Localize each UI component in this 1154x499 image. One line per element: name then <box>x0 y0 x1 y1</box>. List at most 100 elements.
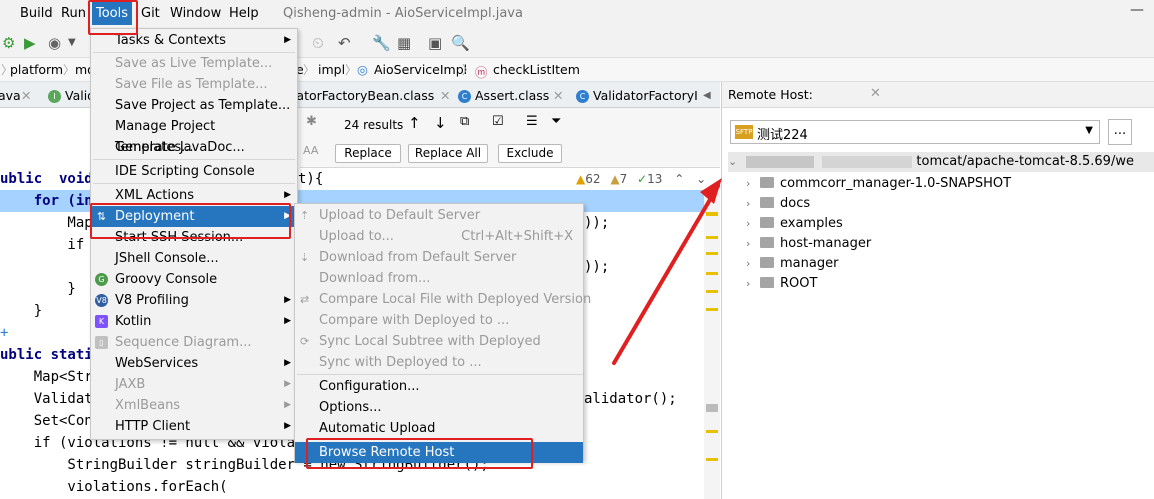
menu-window[interactable]: Window <box>170 6 221 21</box>
tree-folder[interactable]: › commcorr_manager-1.0-SNAPSHOT <box>746 174 1011 194</box>
tab[interactable]: I Valid <box>48 88 95 103</box>
tree-root[interactable]: ⌄ tomcat/apache-tomcat-8.5.69/we <box>728 152 1154 172</box>
menu-item-ide-scripting-console[interactable]: IDE Scripting Console <box>91 161 297 182</box>
menu-item-sync-local[interactable]: ⟳ Sync Local Subtree with Deployed <box>295 331 583 352</box>
breadcrumb-item[interactable]: impl <box>318 62 345 77</box>
regex-icon[interactable]: ✱ <box>306 114 317 129</box>
menu-git[interactable]: Git <box>141 6 160 21</box>
case-icon[interactable]: AA <box>303 144 318 157</box>
menu-item-sequence-diagram[interactable]: ▯ Sequence Diagram... <box>91 332 297 353</box>
menu-item-compare-deployed[interactable]: Compare with Deployed to ... <box>295 310 583 331</box>
folder-icon <box>760 257 774 268</box>
menu-item-upload-default[interactable]: ⇡ Upload to Default Server <box>295 205 583 226</box>
code-line: Map <box>0 215 93 231</box>
tree-folder[interactable]: › examples <box>746 214 843 234</box>
debug-icon[interactable]: ⚙ <box>2 34 15 52</box>
project-structure-icon[interactable]: ▦ <box>397 34 411 52</box>
menu-item-deployment[interactable]: ⇅ Deployment ▶ <box>91 206 297 227</box>
menu-tools[interactable]: Tools <box>92 2 133 25</box>
menu-item-download-from[interactable]: Download from... <box>295 268 583 289</box>
breadcrumb-item[interactable]: AioServiceImpl <box>374 62 467 77</box>
folder-icon <box>760 237 774 248</box>
tabs-overflow-icon[interactable]: ◀ <box>703 90 711 101</box>
next-occurrence-icon[interactable]: ↓ <box>434 114 447 132</box>
chevron-down-icon[interactable]: ▼ <box>68 37 76 48</box>
tree-folder[interactable]: › host-manager <box>746 234 871 254</box>
blurred-host <box>746 155 815 168</box>
deployment-icon: ⇅ <box>96 210 107 223</box>
close-icon[interactable]: ✕ <box>553 88 563 103</box>
coverage-icon[interactable]: ▶ <box>24 34 36 52</box>
tab[interactable]: C Assert.class <box>458 88 549 103</box>
menu-item-v8-profiling[interactable]: V8 V8 Profiling ▶ <box>91 290 297 311</box>
tab[interactable]: ava <box>0 88 21 103</box>
menu-item-download-default[interactable]: ⇣ Download from Default Server <box>295 247 583 268</box>
tree-folder[interactable]: › ROOT <box>746 274 817 294</box>
undo-icon[interactable]: ↶ <box>338 34 351 52</box>
open-in-window-icon[interactable]: ⧉ <box>460 114 469 129</box>
menu-item-options[interactable]: Options... <box>295 397 583 418</box>
folder-label: commcorr_manager-1.0-SNAPSHOT <box>780 176 1012 191</box>
warning-count: 62 <box>585 172 601 186</box>
menu-item-kotlin[interactable]: K Kotlin ▶ <box>91 311 297 332</box>
folder-label: examples <box>780 216 843 231</box>
menu-item-webservices[interactable]: WebServices ▶ <box>91 353 297 374</box>
tree-folder[interactable]: › manager <box>746 254 838 274</box>
menu-help[interactable]: Help <box>229 6 259 21</box>
history-icon[interactable]: ⏲ <box>312 34 324 52</box>
menu-item-tasks-contexts[interactable]: Tasks & Contexts ▶ <box>91 30 297 51</box>
menu-item-manage-project-templates[interactable]: Manage Project Templates... <box>91 116 297 155</box>
breadcrumb-item[interactable]: checkListItem <box>493 62 580 77</box>
close-icon[interactable]: ✕ <box>870 86 881 101</box>
select-all-occurrences-icon[interactable]: ☑ <box>492 114 504 129</box>
search-icon[interactable]: 🔍 <box>451 34 470 52</box>
menu-item-save-project-template[interactable]: Save Project as Template... <box>91 95 297 116</box>
menu-item-http-client[interactable]: HTTP Client ▶ <box>91 416 297 437</box>
menu-item-save-file-template[interactable]: Save File as Template... <box>91 74 297 95</box>
v8-icon: V8 <box>95 294 108 307</box>
close-icon[interactable]: ✕ <box>440 88 450 103</box>
tree-folder[interactable]: › docs <box>746 194 810 214</box>
menu-item-save-live-template[interactable]: Save as Live Template... <box>91 53 297 74</box>
wrench-icon[interactable]: 🔧 <box>372 34 391 52</box>
menu-build[interactable]: Build <box>20 6 53 21</box>
more-button[interactable]: ... <box>1108 119 1132 145</box>
menu-item-upload-to[interactable]: Upload to... Ctrl+Alt+Shift+X <box>295 226 583 247</box>
code-line: Map<Stri <box>0 369 102 385</box>
menu-run[interactable]: Run <box>61 6 86 21</box>
tab[interactable]: idatorFactoryBean.class <box>285 88 434 103</box>
path-tail: tomcat/apache-tomcat-8.5.69/we <box>916 154 1134 169</box>
menu-item-jaxb[interactable]: JAXB ▶ <box>91 374 297 395</box>
menu-item-sync-deployed[interactable]: Sync with Deployed to ... <box>295 352 583 373</box>
menu-item-compare-local[interactable]: ⇄ Compare Local File with Deployed Versio… <box>295 289 591 310</box>
breadcrumb-item[interactable]: platform <box>10 62 63 77</box>
exclude-button[interactable]: Exclude <box>498 144 562 163</box>
filter-settings-icon[interactable]: ☰ <box>526 114 538 129</box>
previous-occurrence-icon[interactable]: ↑ <box>408 114 421 132</box>
menu-item-groovy-console[interactable]: G Groovy Console <box>91 269 297 290</box>
menu-item-xml-actions[interactable]: XML Actions ▶ <box>91 185 297 206</box>
replace-all-button[interactable]: Replace All <box>408 144 488 163</box>
close-icon[interactable]: ✕ <box>21 88 31 103</box>
folder-label: docs <box>780 196 811 211</box>
menu-item-generate-javadoc[interactable]: Generate JavaDoc... <box>91 137 297 158</box>
menu-item-automatic-upload[interactable]: Automatic Upload <box>295 418 583 439</box>
terminal-icon[interactable]: ▣ <box>428 34 442 52</box>
filter-icon[interactable]: ⏷ <box>551 114 561 129</box>
menu-item-xmlbeans[interactable]: XmlBeans ▶ <box>91 395 297 416</box>
menu-item-configuration[interactable]: Configuration... <box>295 376 583 397</box>
remote-host-title: Remote Host: <box>728 87 813 102</box>
code-line: } <box>0 303 43 319</box>
folder-label: host-manager <box>780 236 872 251</box>
menu-item-browse-remote-host[interactable]: Browse Remote Host <box>295 442 583 463</box>
minimize-icon[interactable]: — <box>1130 2 1150 22</box>
method-icon: ⓜ <box>475 65 488 80</box>
replace-button[interactable]: Replace <box>335 144 401 163</box>
server-select[interactable]: SFTP 测试224 ▼ <box>730 120 1100 144</box>
code-line: Set<Cons <box>0 413 102 429</box>
menu-item-jshell-console[interactable]: JShell Console... <box>91 248 297 269</box>
tab[interactable]: C ValidatorFactoryI <box>576 88 698 103</box>
profile-icon[interactable]: ◉ <box>48 34 61 52</box>
folder-label: manager <box>780 256 839 271</box>
menu-item-start-ssh-session[interactable]: Start SSH Session... <box>91 227 297 248</box>
